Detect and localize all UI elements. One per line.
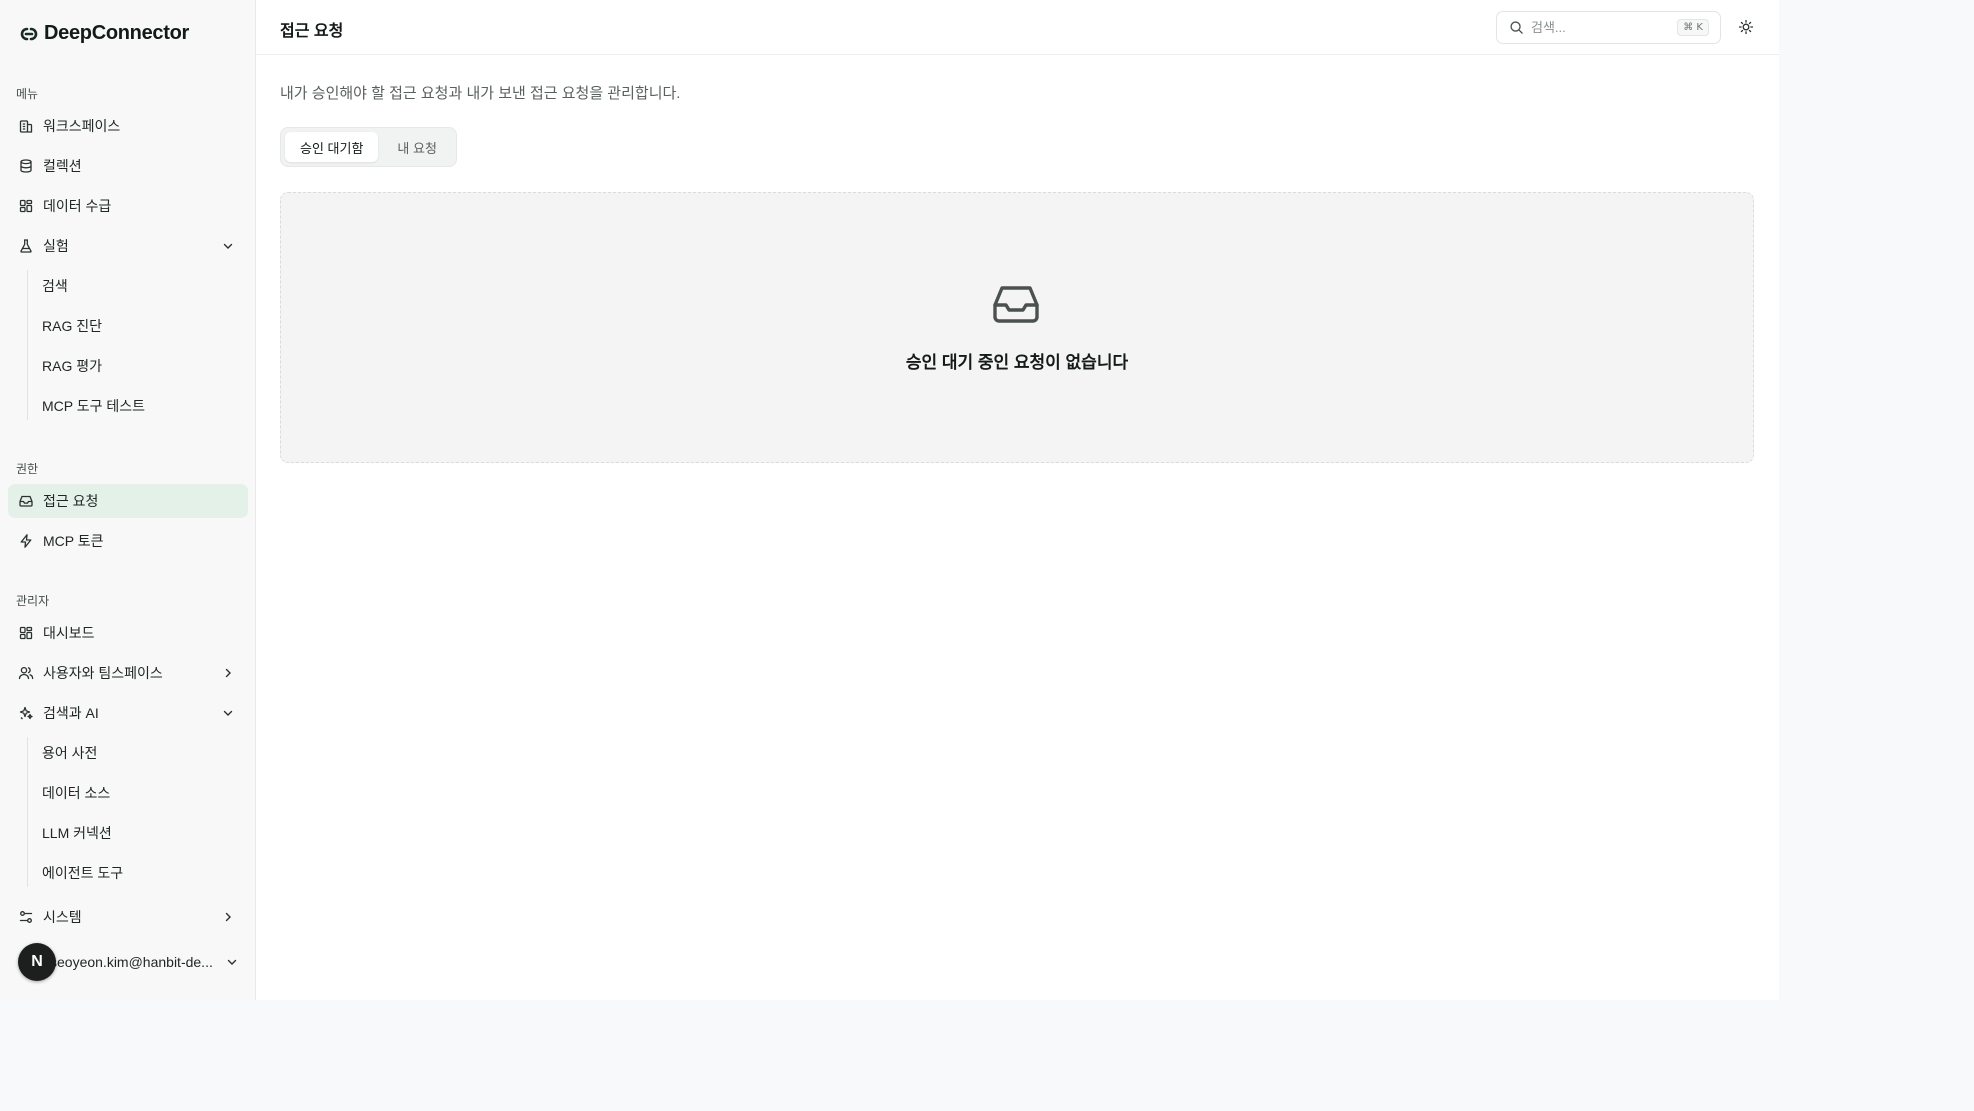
sidebar-item-workspace[interactable]: 워크스페이스 [8, 109, 248, 143]
database-icon [18, 158, 34, 174]
section-label-admin: 관리자 [16, 594, 50, 608]
sidebar-item-label: 실험 [43, 238, 69, 254]
sidebar-subitem-search[interactable]: 검색 [42, 271, 68, 301]
app-name: DeepConnector [44, 22, 190, 44]
sidebar-item-label: 워크스페이스 [43, 118, 121, 134]
section-label-permission: 권한 [16, 462, 39, 476]
search-input[interactable] [1531, 20, 1671, 35]
grid-icon [18, 625, 34, 641]
sidebar-item-label: 사용자와 팀스페이스 [43, 665, 163, 681]
sidebar-subitem-agent-tools[interactable]: 에이전트 도구 [42, 858, 123, 888]
flask-icon [18, 238, 34, 254]
sidebar-item-users-teamspace[interactable]: 사용자와 팀스페이스 [8, 656, 248, 690]
sidebar-item-system[interactable]: 시스템 [8, 900, 248, 934]
sidebar-item-label: 데이터 수급 [43, 198, 112, 214]
chevron-down-icon [227, 959, 237, 965]
shortcut-badge: ⌘ K [1677, 19, 1709, 36]
sun-icon [1738, 19, 1754, 35]
zap-icon [18, 533, 34, 549]
page-title: 접근 요청 [280, 23, 344, 40]
submenu-guide-line [27, 270, 28, 420]
inbox-icon [18, 493, 34, 509]
main-content: 접근 요청 ⌘ K 내가 승인해야 할 접근 요청과 내가 보낸 접근 요청을 … [256, 0, 1779, 1000]
avatar[interactable]: N [18, 943, 56, 981]
request-tabs: 승인 대기함 내 요청 [280, 127, 457, 167]
app-window: DeepConnector 메뉴 워크스페이스 컬렉션 데이터 수급 실험 검색… [0, 0, 1779, 1000]
sidebar-subitem-llm-connection[interactable]: LLM 커넥션 [42, 818, 112, 848]
sidebar-item-label: 접근 요청 [43, 493, 99, 509]
app-logo[interactable]: DeepConnector [19, 22, 189, 45]
sidebar-subitem-rag-diagnosis[interactable]: RAG 진단 [42, 311, 102, 341]
submenu-guide-line [27, 737, 28, 887]
chevron-right-icon [225, 912, 231, 922]
empty-state-card: 승인 대기 중인 요청이 없습니다 [280, 192, 1754, 463]
sidebar-subitem-data-source[interactable]: 데이터 소스 [42, 778, 110, 808]
sidebar-subitem-mcp-tool-test[interactable]: MCP 도구 테스트 [42, 391, 145, 421]
tab-my-requests[interactable]: 내 요청 [382, 132, 452, 162]
sidebar-item-label: 검색과 AI [43, 705, 99, 721]
section-label-menu: 메뉴 [16, 87, 39, 101]
sidebar-item-search-ai[interactable]: 검색과 AI [8, 696, 248, 730]
sidebar-item-collection[interactable]: 컬렉션 [8, 149, 248, 183]
sidebar-item-experiment[interactable]: 실험 [8, 229, 248, 263]
user-email: seoyeon.kim@hanbit-de... [50, 954, 213, 970]
grid-icon [18, 198, 34, 214]
sidebar-item-mcp-token[interactable]: MCP 토큰 [8, 524, 248, 558]
search-icon [1510, 21, 1523, 34]
users-icon [18, 665, 34, 681]
chevron-right-icon [225, 668, 231, 678]
sidebar: DeepConnector 메뉴 워크스페이스 컬렉션 데이터 수급 실험 검색… [0, 0, 256, 1000]
theme-toggle-button[interactable] [1734, 15, 1758, 39]
sidebar-item-label: 대시보드 [43, 625, 95, 641]
search-box[interactable]: ⌘ K [1496, 11, 1721, 44]
inbox-icon [993, 286, 1039, 323]
sidebar-item-access-request[interactable]: 접근 요청 [8, 484, 248, 518]
tab-pending-approval[interactable]: 승인 대기함 [285, 132, 379, 162]
page-subtitle: 내가 승인해야 할 접근 요청과 내가 보낸 접근 요청을 관리합니다. [280, 85, 681, 102]
user-menu[interactable]: N seoyeon.kim@hanbit-de... [18, 943, 240, 981]
sidebar-item-data-ingest[interactable]: 데이터 수급 [8, 189, 248, 223]
chevron-down-icon [223, 710, 233, 716]
settings-sliders-icon [18, 909, 34, 925]
sidebar-item-label: 컬렉션 [43, 158, 82, 174]
sidebar-item-label: 시스템 [43, 909, 82, 925]
sparkles-icon [18, 705, 34, 721]
sidebar-subitem-rag-evaluation[interactable]: RAG 평가 [42, 351, 102, 381]
top-bar: 접근 요청 ⌘ K [256, 0, 1779, 55]
building-icon [18, 118, 34, 134]
sidebar-subitem-glossary[interactable]: 용어 사전 [42, 738, 97, 768]
empty-state-message: 승인 대기 중인 요청이 없습니다 [905, 353, 1129, 372]
chevron-down-icon [223, 243, 233, 249]
sidebar-item-dashboard[interactable]: 대시보드 [8, 616, 248, 650]
sidebar-item-label: MCP 토큰 [43, 533, 104, 549]
logo-icon [20, 27, 38, 40]
